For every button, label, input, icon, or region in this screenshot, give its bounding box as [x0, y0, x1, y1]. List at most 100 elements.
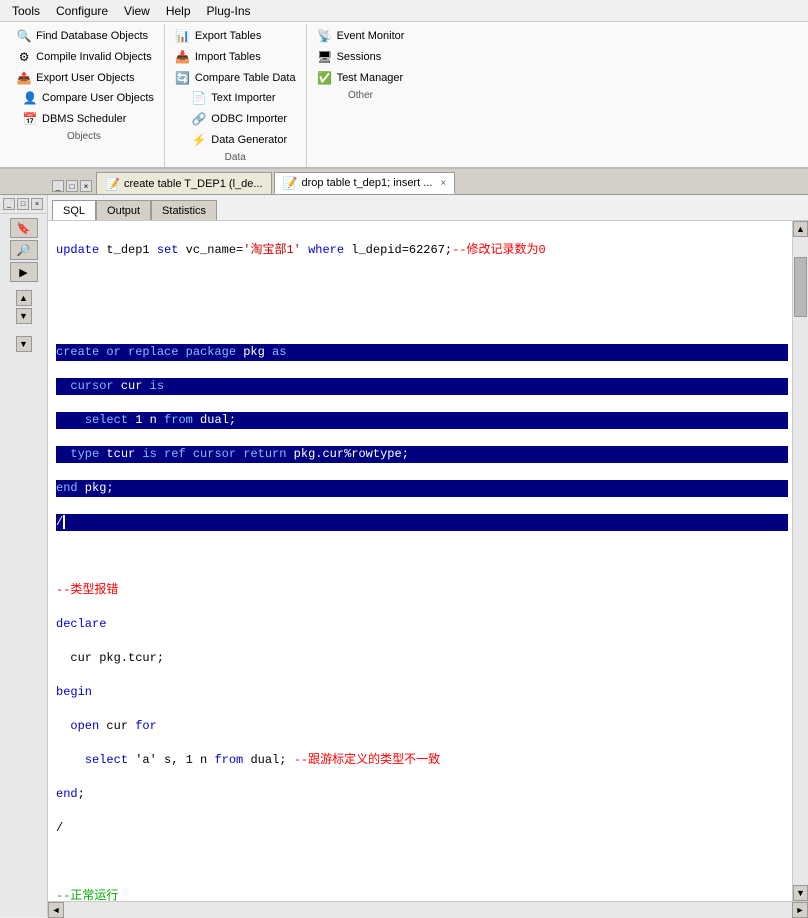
import-tables-button[interactable]: 📥 Import Tables [171, 47, 300, 67]
line-9: / [56, 514, 788, 531]
tab-sql[interactable]: SQL [52, 200, 96, 220]
ribbon-group-other: 📡 Event Monitor 🖥 Sessions ✅ Test Manage… [307, 24, 415, 167]
code-pane: update t_dep1 set vc_name='淘宝部1' where l… [48, 221, 808, 901]
test-manager-button[interactable]: ✅ Test Manager [313, 68, 409, 88]
test-manager-label: Test Manager [337, 72, 404, 84]
line-3 [56, 310, 788, 327]
data-generator-icon: ⚡ [191, 132, 207, 148]
sessions-icon: 🖥 [317, 49, 333, 65]
ribbon-group-objects: 🔍 Find Database Objects ⚙ Compile Invali… [4, 24, 165, 167]
main-editor-area: SQL Output Statistics update t_dep1 set … [48, 195, 808, 917]
statistics-tab-label: Statistics [162, 205, 206, 217]
compare-user-icon: 👤 [22, 90, 38, 106]
compare-user-objects-button[interactable]: 👤 Compare User Objects [18, 88, 158, 108]
tab-create-table[interactable]: 📝 create table T_DEP1 (l_de... [96, 172, 272, 194]
scroll-thumb[interactable] [794, 257, 807, 317]
sidebar-scroll-dn1[interactable]: ▼ [16, 308, 32, 324]
test-manager-icon: ✅ [317, 70, 333, 86]
dbms-scheduler-icon: 📅 [22, 111, 38, 127]
find-db-icon: 🔍 [16, 28, 32, 44]
export-tables-icon: 📊 [175, 28, 191, 44]
sessions-button[interactable]: 🖥 Sessions [313, 47, 409, 67]
hscroll-track[interactable] [64, 902, 792, 918]
import-tables-icon: 📥 [175, 49, 191, 65]
line-16: select 'a' s, 1 n from dual; --跟游标定义的类型不… [56, 752, 788, 769]
tab2-icon: 📝 [283, 176, 298, 190]
event-monitor-label: Event Monitor [337, 30, 405, 42]
menu-view[interactable]: View [116, 2, 158, 20]
tab2-label: drop table t_dep1; insert ... [302, 177, 433, 189]
sidebar-icon-2[interactable]: 🔎 [10, 240, 38, 260]
left-window-controls: _ □ × [0, 195, 47, 214]
hscroll-left-btn[interactable]: ◄ [48, 902, 64, 918]
compare-table-data-button[interactable]: 🔄 Compare Table Data [171, 68, 300, 88]
win-close-btn[interactable]: × [80, 180, 92, 192]
text-importer-button[interactable]: 📄 Text Importer [187, 88, 291, 108]
tab2-close-btn[interactable]: × [440, 178, 446, 189]
left-wc-close[interactable]: × [31, 198, 43, 210]
line-7: type tcur is ref cursor return pkg.cur%r… [56, 446, 788, 463]
line-6: select 1 n from dual; [56, 412, 788, 429]
tab-output[interactable]: Output [96, 200, 151, 220]
line-12: declare [56, 616, 788, 633]
scroll-down-btn[interactable]: ▼ [793, 885, 808, 901]
menu-plugins[interactable]: Plug-Ins [199, 2, 259, 20]
line-10 [56, 548, 788, 565]
find-database-objects-button[interactable]: 🔍 Find Database Objects [12, 26, 156, 46]
event-monitor-button[interactable]: 📡 Event Monitor [313, 26, 409, 46]
win-minimize-btn[interactable]: _ [52, 180, 64, 192]
editor-main: _ □ × 🔖 🔎 ▶ ▲ ▼ ▼ SQL Output Statistic [0, 195, 808, 917]
hscroll-right-btn[interactable]: ► [792, 902, 808, 918]
menu-configure[interactable]: Configure [48, 2, 116, 20]
right-scrollbar: ▲ ▼ [792, 221, 808, 901]
code-editor[interactable]: update t_dep1 set vc_name='淘宝部1' where l… [48, 221, 808, 901]
compare-user-label: Compare User Objects [42, 92, 154, 104]
sidebar-scroll: ▲ ▼ ▼ [0, 286, 47, 356]
tab1-label: create table T_DEP1 (l_de... [124, 178, 263, 190]
compile-icon: ⚙ [16, 49, 32, 65]
line-14: begin [56, 684, 788, 701]
menu-tools[interactable]: Tools [4, 2, 48, 20]
odbc-importer-button[interactable]: 🔗 ODBC Importer [187, 109, 291, 129]
tab-drop-table[interactable]: 📝 drop table t_dep1; insert ... × [274, 172, 456, 194]
odbc-importer-label: ODBC Importer [211, 113, 287, 125]
data-group-label: Data [225, 150, 246, 165]
find-db-label: Find Database Objects [36, 30, 148, 42]
dbms-scheduler-label: DBMS Scheduler [42, 113, 126, 125]
code-content[interactable]: update t_dep1 set vc_name='淘宝部1' where l… [48, 221, 792, 901]
sessions-label: Sessions [337, 51, 382, 63]
line-13: cur pkg.tcur; [56, 650, 788, 667]
sidebar-scroll-up[interactable]: ▲ [16, 290, 32, 306]
scroll-track[interactable] [793, 237, 808, 885]
line-4: create or replace package pkg as [56, 344, 788, 361]
sidebar-icon-1[interactable]: 🔖 [10, 218, 38, 238]
dbms-scheduler-button[interactable]: 📅 DBMS Scheduler [18, 109, 158, 129]
data-generator-label: Data Generator [211, 134, 287, 146]
export-tables-button[interactable]: 📊 Export Tables [171, 26, 300, 46]
sidebar-scroll-dn2[interactable]: ▼ [16, 336, 32, 352]
compare-table-label: Compare Table Data [195, 72, 296, 84]
line-8: end pkg; [56, 480, 788, 497]
left-wc-maximize[interactable]: □ [17, 198, 29, 210]
export-user-icon: 📤 [16, 70, 32, 86]
scroll-up-btn[interactable]: ▲ [793, 221, 808, 237]
menu-bar: Tools Configure View Help Plug-Ins [0, 0, 808, 22]
left-sidebar: _ □ × 🔖 🔎 ▶ ▲ ▼ ▼ [0, 195, 48, 917]
compile-label: Compile Invalid Objects [36, 51, 152, 63]
win-maximize-btn[interactable]: □ [66, 180, 78, 192]
left-wc-minimize[interactable]: _ [3, 198, 15, 210]
sidebar-icons: 🔖 🔎 ▶ [0, 214, 47, 286]
export-user-objects-button[interactable]: 📤 Export User Objects [12, 68, 156, 88]
tab-statistics[interactable]: Statistics [151, 200, 217, 220]
menu-help[interactable]: Help [158, 2, 199, 20]
ribbon-group-data: 📊 Export Tables 📥 Import Tables 🔄 Compar… [165, 24, 307, 167]
line-18: / [56, 820, 788, 837]
sidebar-icon-3[interactable]: ▶ [10, 262, 38, 282]
tab-bar: _ □ × 📝 create table T_DEP1 (l_de... 📝 d… [0, 169, 808, 195]
data-generator-button[interactable]: ⚡ Data Generator [187, 130, 291, 150]
compare-table-icon: 🔄 [175, 70, 191, 86]
line-17: end; [56, 786, 788, 803]
line-11: --类型报错 [56, 582, 788, 599]
compile-invalid-objects-button[interactable]: ⚙ Compile Invalid Objects [12, 47, 156, 67]
export-tables-label: Export Tables [195, 30, 261, 42]
